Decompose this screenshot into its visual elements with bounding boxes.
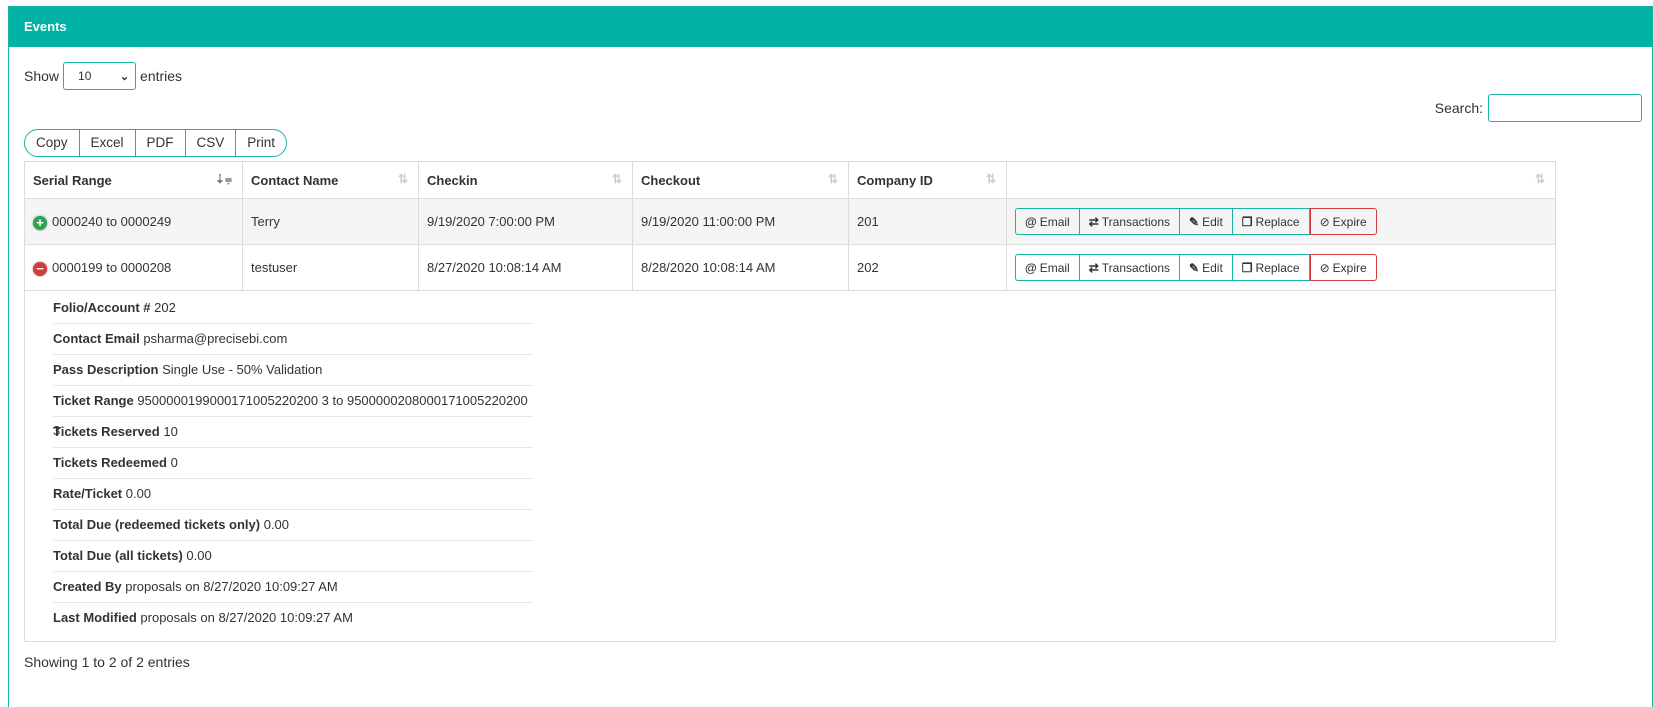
detail-item: Tickets Reserved 10 [53,417,533,448]
table-row: −0000199 to 0000208 testuser 8/27/2020 1… [24,244,1556,291]
details-list: Folio/Account # 202 Contact Email psharm… [25,291,1555,641]
table-info: Showing 1 to 2 of 2 entries [24,654,190,670]
edit-icon: ✎ [1189,215,1200,229]
col-actions[interactable]: ⇅ [1006,161,1556,199]
actions-cell: @ Email ⇄ Transactions ✎ Edit ❐ Replace ⊘ Exp… [1006,198,1556,245]
transactions-button[interactable]: ⇄ Transactions [1079,208,1181,235]
sort-icon: ⇅ [827,172,838,186]
exchange-icon: ⇄ [1088,215,1099,229]
copy-icon: ❐ [1241,215,1253,229]
actions-cell: @ Email ⇄ Transactions ✎ Edit ❐ Replace ⊘ Exp… [1006,244,1556,291]
detail-item: Contact Email psharma@precisebi.com [53,324,533,355]
pdf-button[interactable]: PDF [136,130,186,156]
checkout-cell: 9/19/2020 11:00:00 PM [632,198,849,245]
sort-icon: ⇅ [985,172,996,186]
detail-item: Total Due (all tickets) 0.00 [53,541,533,572]
checkin-cell: 8/27/2020 10:08:14 AM [418,244,633,291]
row-actions: @ Email ⇄ Transactions ✎ Edit ❐ Replace ⊘ Exp… [1015,208,1547,235]
expand-icon[interactable]: + [33,215,47,230]
copy-button[interactable]: Copy [25,130,80,156]
ban-icon: ⊘ [1319,261,1330,275]
panel-title: Events [9,7,1652,47]
table-header-row: Serial Range ⇣⩦ Contact Name ⇅ Checkin ⇅ Ch… [24,161,1556,199]
detail-item: Created By proposals on 8/27/2020 10:09:… [53,572,533,603]
contact-cell: Terry [242,198,419,245]
sort-icon: ⇅ [611,172,622,186]
transactions-button[interactable]: ⇄ Transactions [1079,254,1181,281]
excel-button[interactable]: Excel [80,130,136,156]
email-button[interactable]: @ Email [1015,208,1080,235]
detail-item: Ticket Range 9500000199000171005220200 3… [53,386,533,438]
search-label: Search: [1434,100,1483,116]
detail-row: Folio/Account # 202 Contact Email psharm… [24,290,1556,642]
show-label: Show [24,68,60,84]
serial-range-cell: −0000199 to 0000208 [24,244,243,291]
csv-button[interactable]: CSV [186,130,237,156]
collapse-icon[interactable]: − [33,261,47,276]
sort-icon: ⇅ [397,172,408,186]
replace-button[interactable]: ❐ Replace [1232,254,1310,281]
events-table: Serial Range ⇣⩦ Contact Name ⇅ Checkin ⇅ Ch… [24,161,1556,642]
table-row: +0000240 to 0000249 Terry 9/19/2020 7:00… [24,198,1556,245]
export-buttons: Copy Excel PDF CSV Print [24,129,288,157]
detail-item: Last Modified proposals on 8/27/2020 10:… [53,610,353,625]
detail-item: Rate/Ticket 0.00 [53,479,533,510]
at-icon: @ [1025,215,1037,229]
detail-item: Pass Description Single Use - 50% Valida… [53,355,533,386]
contact-cell: testuser [242,244,419,291]
sort-icon: ⇅ [1534,172,1545,186]
col-company-id[interactable]: Company ID ⇅ [848,161,1007,199]
checkout-cell: 8/28/2020 10:08:14 AM [632,244,849,291]
at-icon: @ [1025,261,1037,275]
company-cell: 201 [848,198,1007,245]
checkin-cell: 9/19/2020 7:00:00 PM [418,198,633,245]
print-button[interactable]: Print [236,130,286,156]
detail-item: Folio/Account # 202 [53,293,533,324]
edit-button[interactable]: ✎ Edit [1180,254,1233,281]
detail-item: Tickets Redeemed 0 [53,448,533,479]
edit-icon: ✎ [1189,261,1200,275]
col-checkin[interactable]: Checkin ⇅ [418,161,633,199]
entries-select[interactable]: 10 ⌄ [63,62,137,90]
serial-range-cell: +0000240 to 0000249 [24,198,243,245]
search-input[interactable] [1488,94,1642,122]
col-checkout[interactable]: Checkout ⇅ [632,161,849,199]
detail-item: Total Due (redeemed tickets only) 0.00 [53,510,533,541]
row-actions: @ Email ⇄ Transactions ✎ Edit ❐ Replace ⊘ Exp… [1015,254,1547,281]
length-control: Show 10 ⌄ entries [24,62,182,90]
replace-button[interactable]: ❐ Replace [1232,208,1310,235]
col-contact-name[interactable]: Contact Name ⇅ [242,161,419,199]
ban-icon: ⊘ [1319,215,1330,229]
entries-select-value: 10 [78,69,92,83]
events-panel: Events Show 10 ⌄ entries Search: Copy Ex… [8,6,1653,707]
exchange-icon: ⇄ [1088,261,1099,275]
chevron-down-icon: ⌄ [119,70,130,83]
col-serial-range[interactable]: Serial Range ⇣⩦ [24,161,243,199]
expire-button[interactable]: ⊘ Expire [1309,254,1377,281]
entries-label: entries [140,68,183,84]
edit-button[interactable]: ✎ Edit [1180,208,1233,235]
detail-cell: Folio/Account # 202 Contact Email psharm… [24,290,1556,642]
sort-desc-icon: ⇣⩦ [214,172,232,186]
expire-button[interactable]: ⊘ Expire [1309,208,1377,235]
company-cell: 202 [848,244,1007,291]
search-control: Search: [1435,94,1642,122]
email-button[interactable]: @ Email [1015,254,1080,281]
copy-icon: ❐ [1241,261,1253,275]
